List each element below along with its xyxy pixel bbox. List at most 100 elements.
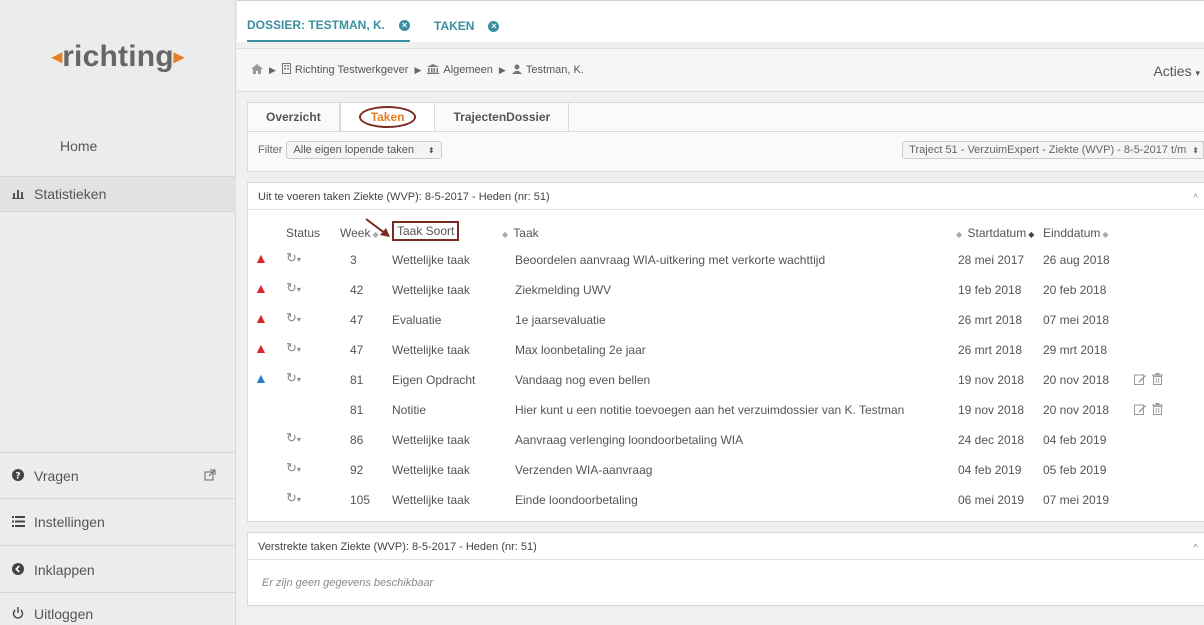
sort-icon: ◆: [1102, 230, 1109, 239]
cell-taak[interactable]: Max loonbetaling 2e jaar: [515, 343, 646, 357]
cell-soort: Wettelijke taak: [392, 253, 470, 267]
updown-icon: ⬍: [1192, 145, 1199, 155]
col-einddatum[interactable]: Einddatum ◆: [1043, 226, 1111, 240]
cell-taak[interactable]: Beoordelen aanvraag WIA-uitkering met ve…: [515, 253, 825, 267]
recurrence-menu-icon[interactable]: ↻▾: [286, 310, 301, 326]
svg-text:?: ?: [15, 471, 20, 481]
cell-soort: Wettelijke taak: [392, 493, 470, 507]
cell-taak[interactable]: Hier kunt u een notitie toevoegen aan he…: [515, 403, 904, 417]
cell-soort: Notitie: [392, 403, 427, 417]
home-icon[interactable]: [251, 63, 263, 77]
cell-start: 06 mei 2019: [958, 493, 1025, 507]
top-bar: [237, 0, 1204, 10]
cell-taak[interactable]: 1e jaarsevaluatie: [515, 313, 606, 327]
recurrence-menu-icon[interactable]: ↻▾: [286, 490, 301, 506]
logo[interactable]: ◂richting▸: [0, 40, 236, 74]
breadcrumb-employer[interactable]: Richting Testwerkgever: [295, 64, 409, 76]
sidebar-item-label: Uitloggen: [34, 606, 94, 622]
table-row[interactable]: ▲ ↻▾ 42 Wettelijke taak Ziekmelding UWV 19 fe…: [248, 279, 1204, 303]
divider: [0, 452, 236, 453]
traject-select[interactable]: Traject 51 - VerzuimExpert - Ziekte (WVP…: [902, 141, 1204, 159]
sidebar: ◂richting▸ Home Statistieken ? Vragen In…: [0, 0, 236, 625]
col-label: Week: [340, 226, 371, 240]
cell-taak[interactable]: Aanvraag verlenging loondoorbetaling WIA: [515, 433, 743, 447]
breadcrumb-dept[interactable]: Algemeen: [443, 64, 493, 76]
close-icon[interactable]: ×: [488, 20, 500, 32]
sidebar-item-label: Statistieken: [34, 186, 107, 202]
cell-soort: Wettelijke taak: [392, 283, 470, 297]
cell-soort: Evaluatie: [392, 313, 442, 327]
sidebar-item-statistieken[interactable]: Statistieken: [0, 176, 236, 212]
sidebar-item-home[interactable]: Home: [0, 128, 236, 164]
sidebar-item-inklappen[interactable]: Inklappen: [0, 552, 236, 588]
cell-eind: 20 nov 2018: [1043, 403, 1110, 417]
cell-start: 24 dec 2018: [958, 433, 1025, 447]
divider: [0, 498, 236, 499]
col-taak-soort[interactable]: Taak Soort: [392, 221, 460, 241]
acties-menu[interactable]: Acties ▾: [1153, 63, 1200, 79]
institution-icon: [427, 63, 440, 77]
breadcrumb-person[interactable]: Testman, K.: [526, 64, 584, 76]
table-row[interactable]: 81 Notitie Hier kunt u een notitie toevoeg…: [248, 399, 1204, 423]
table-row[interactable]: ↻▾ 92 Wettelijke taak Verzenden WIA-aanvraa…: [248, 459, 1204, 483]
sidebar-item-instellingen[interactable]: Instellingen: [0, 504, 236, 540]
cell-eind: 04 feb 2019: [1043, 433, 1107, 447]
filter-select[interactable]: Alle eigen lopende taken ⬍: [286, 141, 442, 159]
cell-taak[interactable]: Verzenden WIA-aanvraag: [515, 463, 652, 477]
collapse-icon[interactable]: ^: [1193, 193, 1198, 204]
divider: [248, 131, 1204, 132]
trash-icon[interactable]: [1152, 373, 1163, 388]
trash-icon[interactable]: [1152, 403, 1163, 418]
tab-taken[interactable]: TAKEN ×: [434, 10, 500, 42]
collapse-icon[interactable]: ^: [1193, 543, 1198, 554]
tab-dossier[interactable]: DOSSIER: TESTMAN, K. ×: [247, 10, 411, 42]
table-row[interactable]: ↻▾ 105 Wettelijke taak Einde loondoorbetali…: [248, 489, 1204, 513]
col-status[interactable]: Status: [286, 226, 320, 240]
cell-soort: Wettelijke taak: [392, 433, 470, 447]
table-row[interactable]: ▲ ↻▾ 47 Wettelijke taak Max loonbetaling 2e …: [248, 339, 1204, 363]
warning-triangle-icon: ▲: [254, 250, 268, 266]
divider: [248, 209, 1204, 210]
table-row[interactable]: ▲ ↻▾ 3 Wettelijke taak Beoordelen aanvraag W…: [248, 249, 1204, 273]
cell-taak[interactable]: Vandaag nog even bellen: [515, 373, 650, 387]
table-row[interactable]: ▲ ↻▾ 47 Evaluatie 1e jaarsevaluatie 26 mrt 20…: [248, 309, 1204, 333]
subtab-taken[interactable]: Taken: [339, 103, 436, 131]
col-label: Taak Soort: [392, 221, 460, 241]
recurrence-menu-icon[interactable]: ↻▾: [286, 460, 301, 476]
sidebar-item-vragen[interactable]: ? Vragen: [0, 458, 236, 494]
recurrence-menu-icon[interactable]: ↻▾: [286, 430, 301, 446]
cell-week: 47: [350, 343, 364, 357]
sidebar-item-uitloggen[interactable]: Uitloggen: [0, 596, 236, 625]
recurrence-menu-icon[interactable]: ↻▾: [286, 280, 301, 296]
close-icon[interactable]: ×: [399, 19, 411, 31]
edit-icon[interactable]: [1134, 403, 1146, 418]
recurrence-menu-icon[interactable]: ↻▾: [286, 340, 301, 356]
cell-taak[interactable]: Ziekmelding UWV: [515, 283, 611, 297]
cell-soort: Wettelijke taak: [392, 343, 470, 357]
cell-start: 28 mei 2017: [958, 253, 1025, 267]
table-row[interactable]: ↻▾ 86 Wettelijke taak Aanvraag verlenging l…: [248, 429, 1204, 453]
traject-value: Traject 51 - VerzuimExpert - Ziekte (WVP…: [909, 144, 1187, 156]
recurrence-menu-icon[interactable]: ↻▾: [286, 370, 301, 386]
updown-icon: ⬍: [427, 145, 435, 155]
tab-label: TAKEN: [434, 19, 475, 33]
recurrence-menu-icon[interactable]: ↻▾: [286, 250, 301, 266]
filter-label: Filter: [258, 144, 283, 156]
col-week[interactable]: Week ◆: [340, 226, 381, 240]
bar-chart-icon: [12, 187, 34, 202]
cell-taak[interactable]: Einde loondoorbetaling: [515, 493, 638, 507]
sidebar-item-label: Home: [60, 138, 98, 154]
subtab-overzicht[interactable]: Overzicht: [248, 103, 340, 131]
cell-week: 3: [350, 253, 357, 267]
table-row[interactable]: ▲ ↻▾ 81 Eigen Opdracht Vandaag nog even bell…: [248, 369, 1204, 393]
sort-icon: ◆: [956, 230, 963, 239]
col-startdatum[interactable]: ◆ Startdatum ◆: [954, 226, 1036, 240]
sidebar-item-label: Inklappen: [34, 562, 95, 578]
edit-icon[interactable]: [1134, 373, 1146, 388]
question-circle-icon: ?: [12, 468, 34, 484]
subtab-bar: Overzicht Taken TrajectenDossier: [248, 103, 570, 131]
col-taak[interactable]: ◆ Taak: [500, 226, 539, 240]
caret-right-icon: ▶: [269, 64, 276, 75]
warning-triangle-icon: ▲: [254, 280, 268, 296]
subtab-trajectendossier[interactable]: TrajectenDossier: [435, 103, 570, 131]
